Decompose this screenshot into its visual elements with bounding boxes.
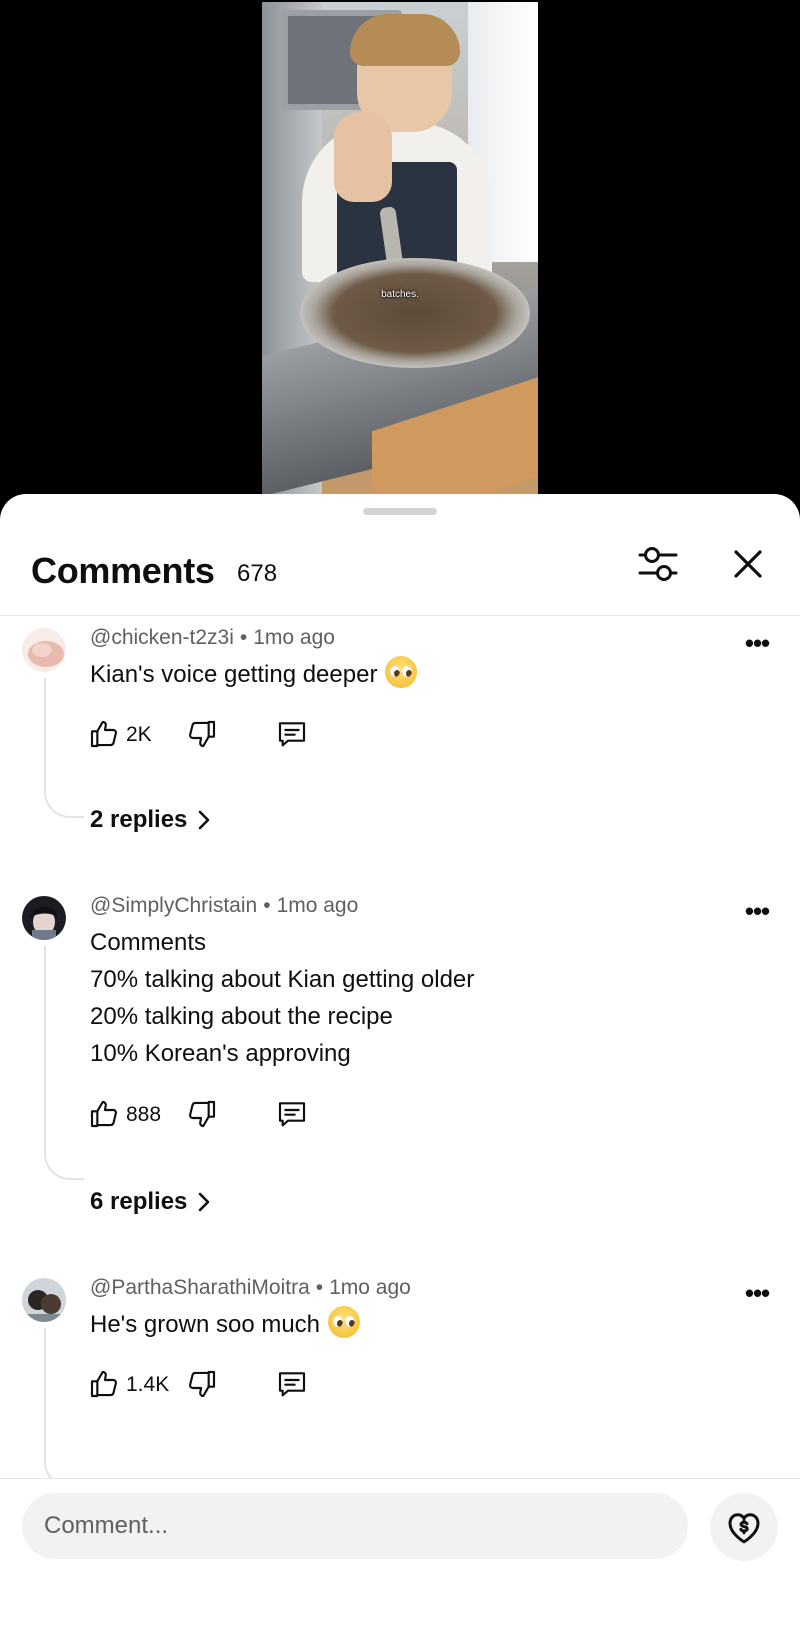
dislike-button[interactable] — [186, 714, 218, 754]
comment-time: 1mo ago — [276, 894, 359, 917]
comment-author[interactable]: @chicken-t2z3i — [90, 626, 234, 649]
video-scene-pan — [300, 258, 530, 368]
reply-button[interactable] — [276, 714, 308, 754]
comment-author[interactable]: @SimplyChristain — [90, 894, 257, 917]
avatar[interactable] — [22, 628, 66, 672]
comments-count: 678 — [237, 560, 278, 587]
comment-text-content: Kian's voice getting deeper — [90, 661, 378, 688]
comments-list[interactable]: @chicken-t2z3i • 1mo ago Kian's voice gett… — [0, 618, 800, 1478]
thumbs-down-icon — [188, 1370, 216, 1398]
comment-text: He's grown soo much — [90, 1306, 361, 1343]
video-scene-peace-hand — [334, 112, 392, 202]
thread-line — [44, 1328, 84, 1478]
comment-time: 1mo ago — [329, 1276, 411, 1299]
super-thanks-icon — [728, 1513, 760, 1544]
like-button[interactable]: 1.4K — [88, 1364, 169, 1404]
like-count: 888 — [126, 1103, 162, 1126]
reply-comment-icon — [278, 1102, 306, 1127]
comment-actions: 2K — [88, 714, 348, 754]
video-frame[interactable]: batches. — [262, 2, 538, 494]
comment-actions: 1.4K — [88, 1364, 348, 1404]
comment-text: Comments 70% talking about Kian getting … — [90, 924, 474, 1072]
video-player[interactable]: batches. — [0, 0, 800, 500]
pleading-face-emoji — [385, 656, 418, 688]
comment-author[interactable]: @ParthaSharathiMoitra — [90, 1276, 310, 1299]
view-replies-button[interactable]: 6 replies — [90, 1188, 211, 1216]
replies-count: 6 replies — [90, 1188, 188, 1215]
thread-line — [44, 946, 84, 1180]
sliders-icon — [638, 547, 678, 581]
reply-button[interactable] — [276, 1094, 308, 1134]
avatar[interactable] — [22, 896, 66, 940]
comments-header: Comments 678 — [0, 522, 800, 616]
more-options-icon: ••• — [744, 896, 770, 926]
more-options-button[interactable]: ••• — [740, 630, 774, 662]
reply-comment-icon — [278, 1372, 306, 1397]
thumbs-up-icon — [90, 720, 118, 748]
avatar-image — [22, 896, 66, 940]
close-icon — [734, 550, 762, 578]
comment-text: Kian's voice getting deeper — [90, 656, 418, 693]
comment-meta: @ParthaSharathiMoitra • 1mo ago — [90, 1276, 411, 1299]
like-count: 1.4K — [126, 1373, 170, 1396]
avatar[interactable] — [22, 1278, 66, 1322]
comment-text-content: He's grown soo much — [90, 1311, 321, 1338]
comment-meta: @SimplyChristain • 1mo ago — [90, 894, 359, 917]
reply-comment-icon — [278, 722, 306, 747]
like-button[interactable]: 888 — [88, 1094, 161, 1134]
like-count: 2K — [126, 723, 152, 746]
comment-actions: 888 — [88, 1094, 348, 1134]
thumbs-up-icon — [90, 1370, 118, 1398]
avatar-image — [22, 1278, 66, 1322]
video-caption: batches. — [381, 289, 419, 300]
comments-sheet: Comments 678 @chicken-t2z3i • 1mo ago Ki… — [0, 494, 800, 1636]
dislike-button[interactable] — [186, 1364, 218, 1404]
thumbs-down-icon — [188, 1100, 216, 1128]
replies-count: 2 replies — [90, 806, 188, 833]
reply-button[interactable] — [276, 1364, 308, 1404]
chevron-right-icon — [199, 810, 210, 830]
video-scene-person-hair — [350, 14, 460, 66]
super-thanks-button[interactable] — [710, 1493, 778, 1561]
pleading-face-emoji — [328, 1306, 361, 1338]
more-options-icon: ••• — [744, 1278, 770, 1308]
thread-line — [44, 678, 84, 818]
more-options-button[interactable]: ••• — [740, 1280, 774, 1312]
comment-time: 1mo ago — [253, 626, 335, 649]
view-replies-button[interactable]: 2 replies — [90, 806, 211, 834]
comment-input[interactable] — [22, 1493, 688, 1559]
more-options-button[interactable]: ••• — [740, 898, 774, 930]
comment-meta: @chicken-t2z3i • 1mo ago — [90, 626, 335, 649]
like-button[interactable]: 2K — [88, 714, 152, 754]
comment-composer — [0, 1478, 800, 1636]
filter-button[interactable] — [636, 542, 680, 588]
comment-line: 20% talking about the recipe — [90, 1003, 393, 1030]
thumbs-down-icon — [188, 720, 216, 748]
drag-handle[interactable] — [363, 508, 437, 515]
more-options-icon: ••• — [744, 628, 770, 658]
dislike-button[interactable] — [186, 1094, 218, 1134]
comments-title: Comments — [31, 550, 215, 591]
comment-line: Comments — [90, 929, 207, 956]
thumbs-up-icon — [90, 1100, 118, 1128]
close-button[interactable] — [728, 544, 768, 584]
comment-line: 70% talking about Kian getting older — [90, 966, 475, 993]
avatar-image — [22, 628, 66, 672]
chevron-right-icon — [199, 1192, 210, 1212]
comment-line: 10% Korean's approving — [90, 1040, 351, 1067]
